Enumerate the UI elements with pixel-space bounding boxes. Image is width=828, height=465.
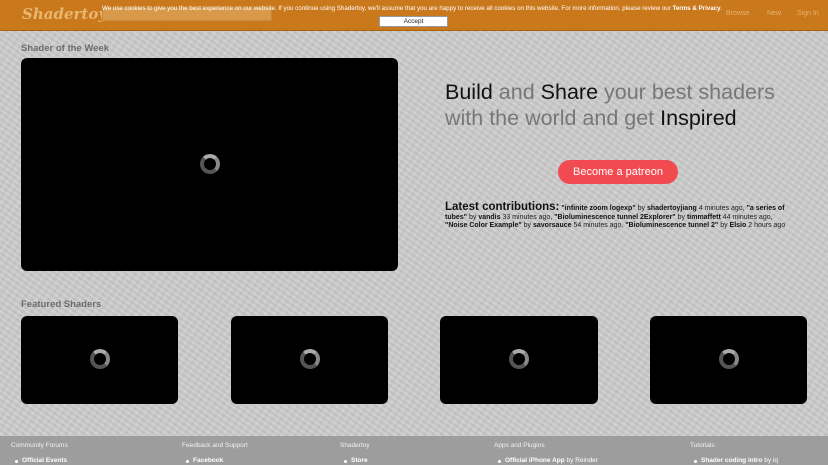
contribution-by: by [523, 222, 532, 230]
footer-link[interactable]: Shader coding intro by iq [694, 457, 778, 464]
contribution-time: 44 minutes ago, [722, 213, 773, 221]
loading-spinner-icon [90, 349, 110, 369]
contribution-author-link[interactable]: Elsio [730, 222, 747, 229]
footer-link[interactable]: Official Events [15, 457, 68, 464]
footer-heading: Shadertoy [340, 442, 370, 449]
terms-privacy-link[interactable]: Terms & Privacy [673, 5, 721, 12]
contribution-item: "Bioluminescence tunnel 2Explorer" by ti… [552, 214, 772, 221]
contribution-shader-link[interactable]: "Bioluminescence tunnel 2Explorer" [554, 214, 675, 221]
footer-link[interactable]: Facebook [186, 457, 248, 464]
featured-shader-1[interactable] [21, 316, 178, 404]
contribution-author-link[interactable]: savorsauce [533, 222, 572, 229]
loading-spinner-icon [509, 349, 529, 369]
shader-of-week-title: Shader of the Week [21, 43, 109, 54]
shader-of-week-player[interactable] [21, 58, 398, 271]
contribution-author-link[interactable]: timmaffett [687, 214, 721, 221]
footer-link[interactable]: Store [344, 457, 370, 464]
footer: Community Forums Official Events Feedbac… [0, 436, 828, 465]
contribution-time: 33 minutes ago, [502, 213, 553, 221]
hero-tagline: Build and Share your best shaders with t… [445, 80, 775, 130]
loading-spinner-icon [200, 154, 220, 174]
featured-shader-2[interactable] [231, 316, 388, 404]
contribution-by: by [720, 222, 728, 230]
footer-col-community: Community Forums Official Events [11, 442, 68, 464]
footer-col-tutorials: Tutorials Shader coding intro by iq [690, 442, 778, 464]
footer-col-shadertoy: Shadertoy Store [340, 442, 370, 464]
footer-col-feedback: Feedback and Support Facebook [182, 442, 248, 464]
cookie-banner: We use cookies to give you the best expe… [0, 0, 828, 31]
accept-cookies-button[interactable]: Accept [379, 16, 448, 27]
contribution-time: 54 minutes ago, [573, 222, 624, 230]
contribution-author-link[interactable]: vandis [478, 214, 500, 221]
contribution-shader-link[interactable]: "infinite zoom logexp" [561, 205, 635, 212]
contribution-item: "Bioluminescence tunnel 2" by Elsio 2 ho… [623, 222, 785, 229]
contribution-author-link[interactable]: shadertoyjiang [647, 205, 697, 212]
contribution-item: "infinite zoom logexp" by shadertoyjiang… [561, 205, 744, 212]
contribution-time: 2 hours ago [748, 222, 786, 230]
cookie-message: We use cookies to give you the best expe… [102, 5, 723, 12]
footer-heading[interactable]: Feedback and Support [182, 442, 248, 449]
loading-spinner-icon [719, 349, 739, 369]
contribution-by: by [637, 205, 645, 212]
become-patreon-button[interactable]: Become a patreon [558, 160, 678, 184]
footer-heading: Apps and Plugins [494, 442, 545, 449]
footer-heading: Tutorials [690, 442, 715, 449]
latest-contributions: Latest contributions: "infinite zoom log… [445, 201, 795, 231]
featured-shader-3[interactable] [440, 316, 598, 404]
contribution-by: by [468, 213, 477, 221]
contribution-shader-link[interactable]: "Noise Color Example" [445, 222, 522, 229]
contributions-heading: Latest contributions: [445, 201, 560, 213]
footer-link[interactable]: Official iPhone App by Reinder [498, 457, 598, 464]
contribution-by: by [677, 213, 685, 221]
featured-shader-4[interactable] [650, 316, 807, 404]
loading-spinner-icon [300, 349, 320, 369]
footer-col-apps: Apps and Plugins Official iPhone App by … [494, 442, 598, 464]
featured-shaders-title: Featured Shaders [21, 299, 102, 310]
footer-heading[interactable]: Community Forums [11, 442, 68, 449]
contribution-item: "Noise Color Example" by savorsauce 54 m… [445, 222, 623, 229]
contribution-time: 4 minutes ago, [698, 205, 745, 212]
contribution-shader-link[interactable]: "Bioluminescence tunnel 2" [625, 222, 718, 229]
